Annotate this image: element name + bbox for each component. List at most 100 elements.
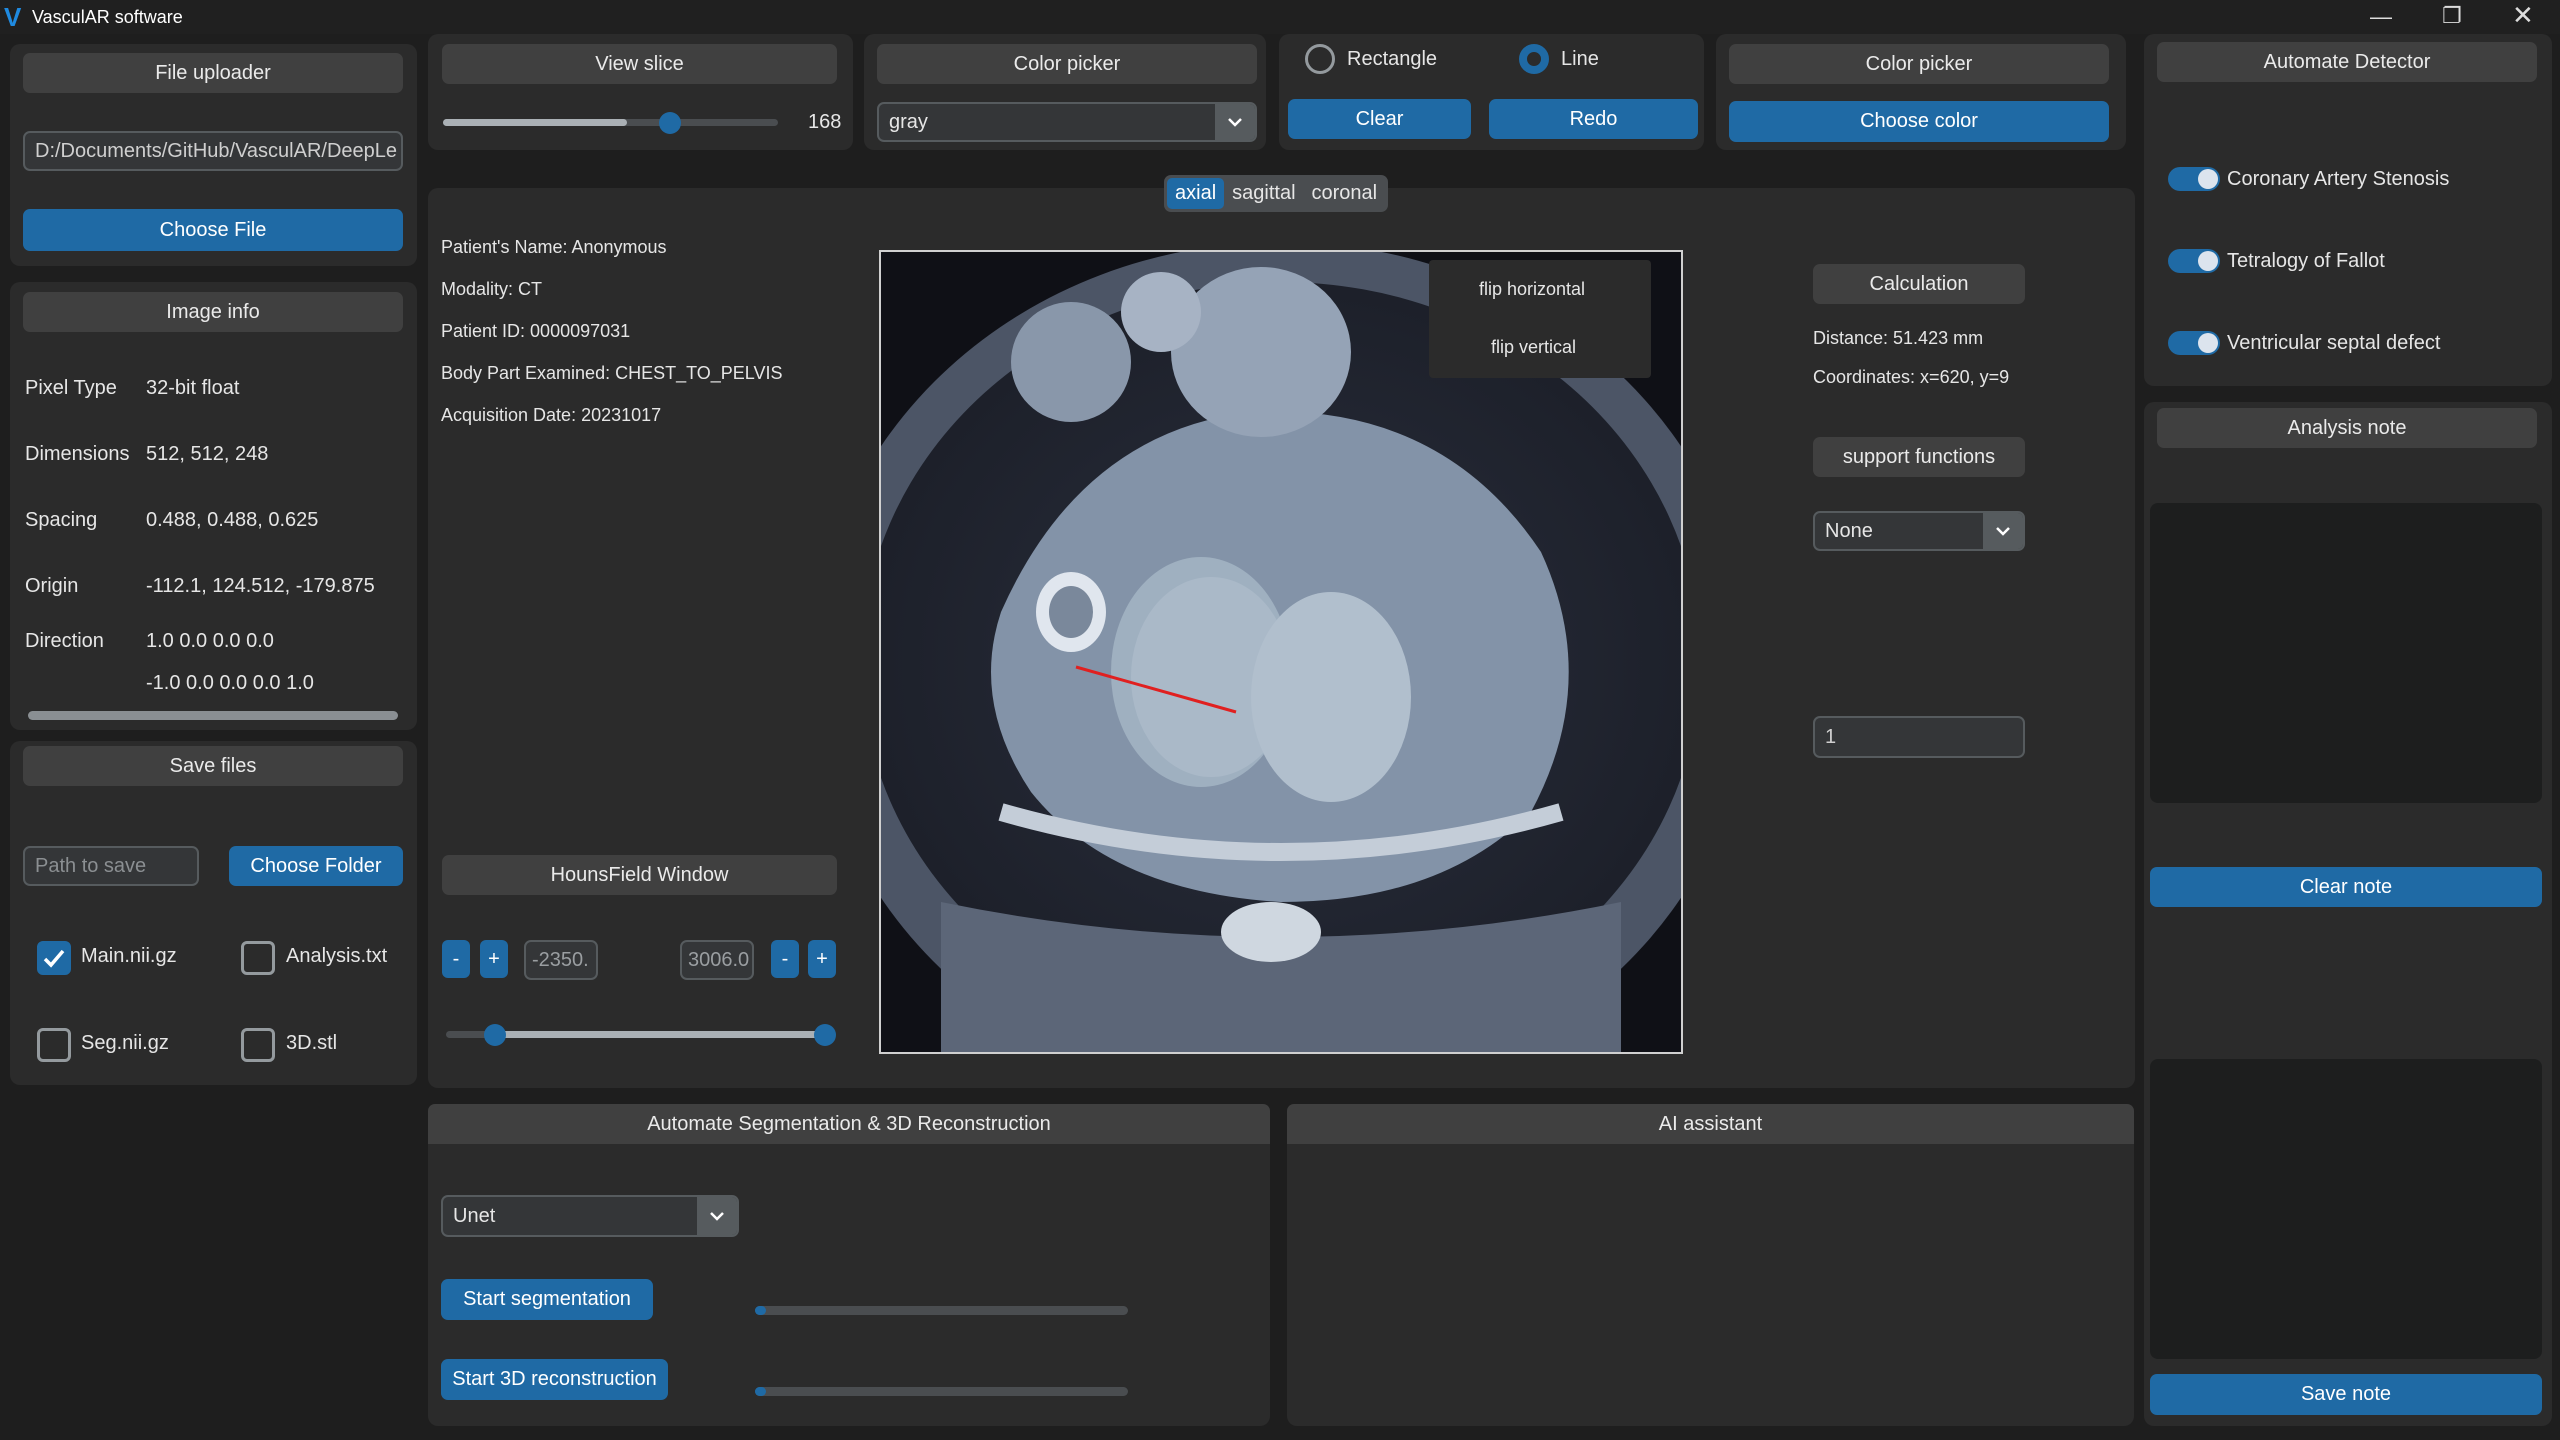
image-info-panel xyxy=(10,282,417,730)
view-slice-knob[interactable] xyxy=(659,112,681,134)
path-to-save-input[interactable]: Path to save xyxy=(23,846,199,886)
title-bar: V VasculAR software — ❐ ✕ xyxy=(0,0,2560,34)
origin-label: Origin xyxy=(25,575,79,597)
patient-name: Patient's Name: Anonymous xyxy=(441,237,667,257)
main-nii-label: Main.nii.gz xyxy=(81,945,177,967)
checkmark-icon xyxy=(43,949,65,968)
clear-note-button[interactable]: Clear note xyxy=(2150,867,2542,907)
tab-sagittal[interactable]: sagittal xyxy=(1224,178,1303,209)
hu-max-decrement-button[interactable]: - xyxy=(771,940,799,978)
coordinates-readout: Coordinates: x=620, y=9 xyxy=(1813,367,2010,387)
spacing-label: Spacing xyxy=(25,509,98,531)
line-label: Line xyxy=(1561,48,1599,70)
clear-button[interactable]: Clear xyxy=(1288,99,1471,139)
app-logo-icon: V xyxy=(4,2,22,32)
tetralogy-switch[interactable] xyxy=(2168,249,2220,273)
slice-number: 168 xyxy=(808,111,842,133)
color-picker-header-1: Color picker xyxy=(877,44,1257,84)
tetralogy-label: Tetralogy of Fallot xyxy=(2227,250,2385,272)
vsd-switch[interactable] xyxy=(2168,331,2220,355)
analysis-txt-checkbox[interactable] xyxy=(241,941,275,975)
pixel-type-value: 32-bit float xyxy=(146,377,240,399)
rectangle-label: Rectangle xyxy=(1347,48,1438,70)
detector-header: Automate Detector xyxy=(2157,42,2537,82)
close-icon[interactable]: ✕ xyxy=(2512,0,2534,31)
hounsfield-range-fill xyxy=(496,1031,826,1038)
origin-value: -112.1, 124.512, -179.875 xyxy=(146,575,375,597)
stl-checkbox[interactable] xyxy=(241,1028,275,1062)
save-files-panel xyxy=(10,741,417,1085)
analysis-note-header: Analysis note xyxy=(2157,408,2537,448)
direction-label: Direction xyxy=(25,630,104,652)
dimensions-label: Dimensions xyxy=(25,443,130,465)
hu-max-increment-button[interactable]: + xyxy=(808,940,836,978)
stl-label: 3D.stl xyxy=(286,1032,338,1054)
minimize-icon[interactable]: — xyxy=(2370,4,2392,30)
image-info-header: Image info xyxy=(23,292,403,332)
hu-max-input[interactable]: 3006.0 xyxy=(680,940,754,980)
flip-vertical-button[interactable]: flip vertical xyxy=(1491,337,1576,358)
support-functions-select[interactable]: None xyxy=(1813,511,2025,551)
hounsfield-header: HounsField Window xyxy=(442,855,837,895)
modality: Modality: CT xyxy=(441,279,543,299)
rectangle-radio[interactable] xyxy=(1305,44,1335,74)
distance-readout: Distance: 51.423 mm xyxy=(1813,328,1984,348)
hu-min-knob[interactable] xyxy=(484,1024,506,1046)
hu-min-input[interactable]: -2350. xyxy=(524,940,598,980)
flip-menu: flip horizontal flip vertical xyxy=(1429,260,1651,378)
choose-file-button[interactable]: Choose File xyxy=(23,209,403,251)
view-slice-slider[interactable] xyxy=(443,119,778,126)
line-radio[interactable] xyxy=(1519,44,1549,74)
acquisition-date: Acquisition Date: 20231017 xyxy=(441,405,662,425)
stenosis-switch[interactable] xyxy=(2168,167,2220,191)
hu-max-knob[interactable] xyxy=(814,1024,836,1046)
restore-icon[interactable]: ❐ xyxy=(2442,3,2462,29)
colormap-select[interactable]: gray xyxy=(877,102,1257,142)
main-nii-checkbox[interactable] xyxy=(37,941,71,975)
seg-nii-label: Seg.nii.gz xyxy=(81,1032,169,1054)
analysis-note-textbox[interactable] xyxy=(2150,503,2542,803)
tab-coronal[interactable]: coronal xyxy=(1304,178,1386,209)
stenosis-label: Coronary Artery Stenosis xyxy=(2227,168,2450,190)
segmentation-header: Automate Segmentation & 3D Reconstructio… xyxy=(428,1104,1270,1144)
view-slice-fill xyxy=(443,119,628,126)
pixel-type-label: Pixel Type xyxy=(25,377,117,399)
ct-image-viewport[interactable]: flip horizontal flip vertical xyxy=(879,250,1683,1054)
info-horizontal-scrollbar[interactable] xyxy=(28,711,398,720)
ai-assistant-header: AI assistant xyxy=(1287,1104,2134,1144)
number-input[interactable]: 1 xyxy=(1813,716,2025,758)
dimensions-value: 512, 512, 248 xyxy=(146,443,269,465)
chevron-down-icon xyxy=(1215,104,1255,140)
chevron-down-icon xyxy=(697,1197,737,1235)
ai-output-textbox[interactable] xyxy=(2150,1059,2542,1359)
start-3d-reconstruction-button[interactable]: Start 3D reconstruction xyxy=(441,1359,668,1400)
analysis-txt-label: Analysis.txt xyxy=(286,945,388,967)
view-slice-header: View slice xyxy=(442,44,837,84)
file-path-input[interactable]: D:/Documents/GitHub/VasculAR/DeepLe xyxy=(23,131,403,171)
ai-assistant-panel xyxy=(1287,1104,2134,1426)
model-select[interactable]: Unet xyxy=(441,1195,739,1237)
choose-color-button[interactable]: Choose color xyxy=(1729,101,2109,142)
chevron-down-icon xyxy=(1983,513,2023,549)
flip-horizontal-button[interactable]: flip horizontal xyxy=(1479,279,1585,300)
start-segmentation-button[interactable]: Start segmentation xyxy=(441,1279,653,1320)
segmentation-progress xyxy=(755,1306,1128,1315)
redo-button[interactable]: Redo xyxy=(1489,99,1698,139)
support-functions-header: support functions xyxy=(1813,437,2025,477)
colormap-value: gray xyxy=(889,110,928,133)
patient-id: Patient ID: 0000097031 xyxy=(441,321,631,341)
support-functions-value: None xyxy=(1825,519,1873,542)
hu-min-decrement-button[interactable]: - xyxy=(442,940,470,978)
tab-axial[interactable]: axial xyxy=(1167,178,1225,209)
save-note-button[interactable]: Save note xyxy=(2150,1374,2542,1415)
calculation-header: Calculation xyxy=(1813,264,2025,304)
hu-min-increment-button[interactable]: + xyxy=(480,940,508,978)
direction-value: 1.0 0.0 0.0 0.0 xyxy=(146,630,274,652)
view-orientation-selector[interactable]: axial sagittal coronal xyxy=(1164,175,1389,212)
seg-nii-checkbox[interactable] xyxy=(37,1028,71,1062)
color-picker-header-2: Color picker xyxy=(1729,44,2109,84)
model-value: Unet xyxy=(453,1204,496,1227)
choose-folder-button[interactable]: Choose Folder xyxy=(229,846,403,886)
body-part: Body Part Examined: CHEST_TO_PELVIS xyxy=(441,363,783,383)
spacing-value: 0.488, 0.488, 0.625 xyxy=(146,509,319,531)
